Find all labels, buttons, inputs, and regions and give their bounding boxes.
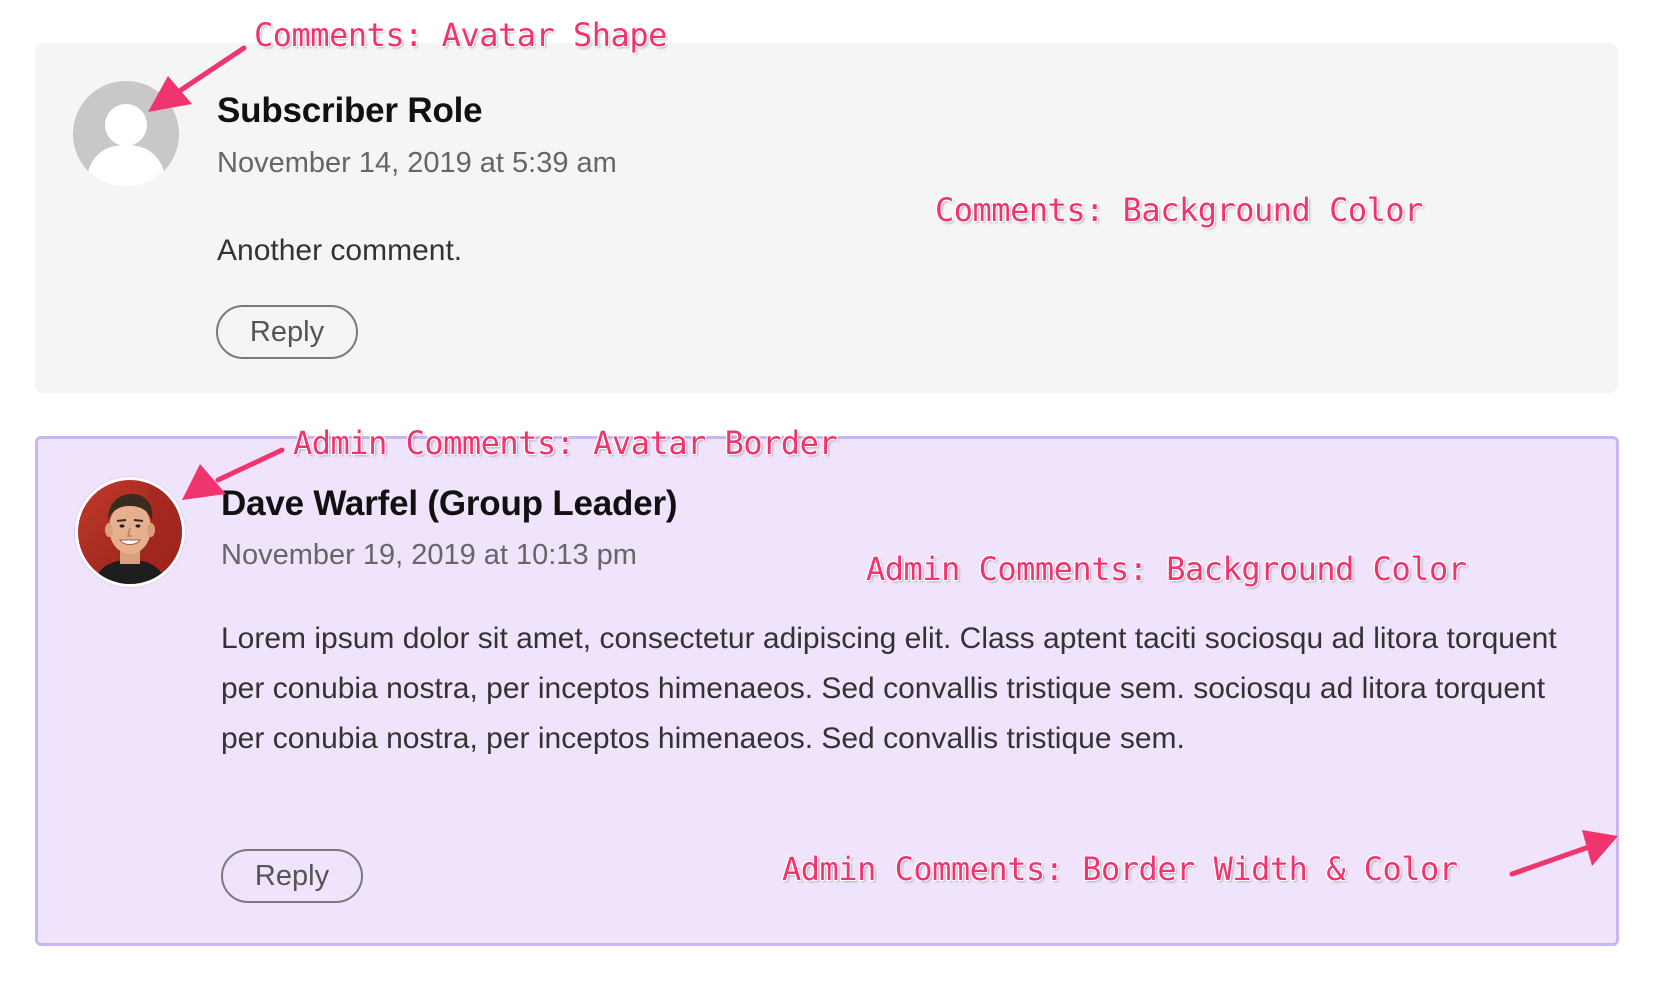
annotation-admin-border: Admin Comments: Border Width & Color	[782, 850, 1458, 888]
default-avatar-icon	[73, 81, 179, 187]
comment-date[interactable]: November 19, 2019 at 10:13 pm	[221, 539, 637, 572]
user-photo-icon	[78, 480, 182, 584]
annotation-admin-avatar-border: Admin Comments: Avatar Border	[293, 424, 838, 462]
comment-author: Subscriber Role	[217, 91, 483, 130]
annotation-avatar-shape: Comments: Avatar Shape	[254, 16, 667, 54]
reply-button[interactable]: Reply	[221, 849, 363, 903]
annotation-admin-background-color: Admin Comments: Background Color	[866, 550, 1467, 588]
admin-avatar	[75, 477, 185, 587]
reply-button[interactable]: Reply	[216, 305, 358, 359]
comment-body: Lorem ipsum dolor sit amet, consectetur …	[221, 622, 1557, 755]
comment-author: Dave Warfel (Group Leader)	[221, 484, 678, 523]
annotation-background-color: Comments: Background Color	[935, 191, 1423, 229]
comment-body: Another comment.	[217, 234, 463, 267]
comment-date[interactable]: November 14, 2019 at 5:39 am	[217, 147, 617, 180]
